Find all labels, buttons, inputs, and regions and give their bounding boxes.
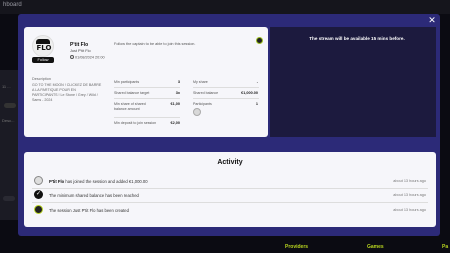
divider bbox=[193, 98, 259, 99]
background-toggle bbox=[3, 196, 15, 201]
follow-note: Follow the captain to be able to join th… bbox=[114, 42, 196, 46]
user-avatar-icon bbox=[34, 176, 43, 185]
divider bbox=[114, 87, 180, 88]
activity-text: The minimum shared balance has been reac… bbox=[49, 192, 139, 198]
session-date: 01/08/2024 20:00 bbox=[70, 55, 105, 60]
close-icon[interactable]: ✕ bbox=[427, 15, 437, 25]
background-nav-providers: Providers bbox=[285, 244, 309, 250]
description-label: Description bbox=[32, 77, 51, 81]
divider bbox=[114, 98, 180, 99]
session-badge-icon bbox=[256, 37, 263, 44]
min-participants-value: 3 bbox=[177, 80, 180, 84]
activity-text: P'tit Flo has joined the session and add… bbox=[49, 178, 148, 184]
shared-balance-label: Shared balance bbox=[193, 91, 219, 95]
divider bbox=[32, 202, 428, 203]
divider bbox=[114, 117, 180, 118]
activity-row: P'tit Flo has joined the session and add… bbox=[32, 176, 428, 186]
stream-notice-text: The stream will be available 15 mins bef… bbox=[309, 36, 405, 41]
description-text: GO TO THE MOON ! CLICKEZ DE BARRE A LA P… bbox=[32, 83, 102, 102]
participant-avatar bbox=[193, 108, 201, 116]
background-side-label-b: Desc... bbox=[2, 118, 15, 123]
participants-value: 1 bbox=[255, 102, 258, 106]
clock-icon bbox=[70, 55, 74, 59]
background-follow-button bbox=[4, 103, 16, 108]
my-share-label: My share bbox=[193, 80, 208, 84]
activity-time: about 13 hours ago bbox=[393, 178, 426, 183]
divider bbox=[32, 188, 428, 189]
shared-balance-value: €1,000.00 bbox=[241, 91, 258, 95]
activity-time: about 13 hours ago bbox=[393, 192, 426, 197]
background-nav-more: Pa bbox=[442, 244, 449, 250]
min-share-value: €1,00 bbox=[170, 102, 180, 106]
min-deposit-value: €2,00 bbox=[170, 121, 180, 125]
min-participants-label: Min participants bbox=[114, 80, 140, 84]
session-created-icon bbox=[34, 205, 43, 214]
check-icon: ✓ bbox=[34, 190, 43, 199]
background-nav-games: Games bbox=[367, 244, 384, 250]
activity-row: The session Just P'tit Flo has been crea… bbox=[32, 205, 428, 215]
balance-target-value: 3x bbox=[175, 91, 180, 95]
activity-text: The session Just P'tit Flo has been crea… bbox=[49, 207, 129, 213]
activity-time: about 13 hours ago bbox=[393, 207, 426, 212]
streamer-logo-text: FLO bbox=[36, 44, 52, 52]
my-share-value: - bbox=[256, 80, 258, 84]
background-topbar bbox=[0, 0, 450, 14]
balance-target-label: Shared balance target bbox=[114, 91, 150, 95]
streamer-avatar: FLO bbox=[32, 35, 54, 57]
participants-label: Participants bbox=[193, 102, 212, 106]
activity-title: Activity bbox=[217, 159, 243, 166]
background-side-label: 11 ... bbox=[2, 84, 11, 89]
streamer-name: P'tit Flo bbox=[70, 42, 89, 48]
follow-button[interactable]: Follow bbox=[32, 57, 54, 63]
background-page-title: hboard bbox=[3, 2, 22, 8]
divider bbox=[193, 87, 259, 88]
streamer-subtitle: Just P'tit Flo bbox=[70, 49, 91, 53]
stream-notice-panel: The stream will be available 15 mins bef… bbox=[270, 27, 436, 137]
session-date-text: 01/08/2024 20:00 bbox=[75, 55, 105, 60]
activity-row: ✓ The minimum shared balance has been re… bbox=[32, 190, 428, 200]
